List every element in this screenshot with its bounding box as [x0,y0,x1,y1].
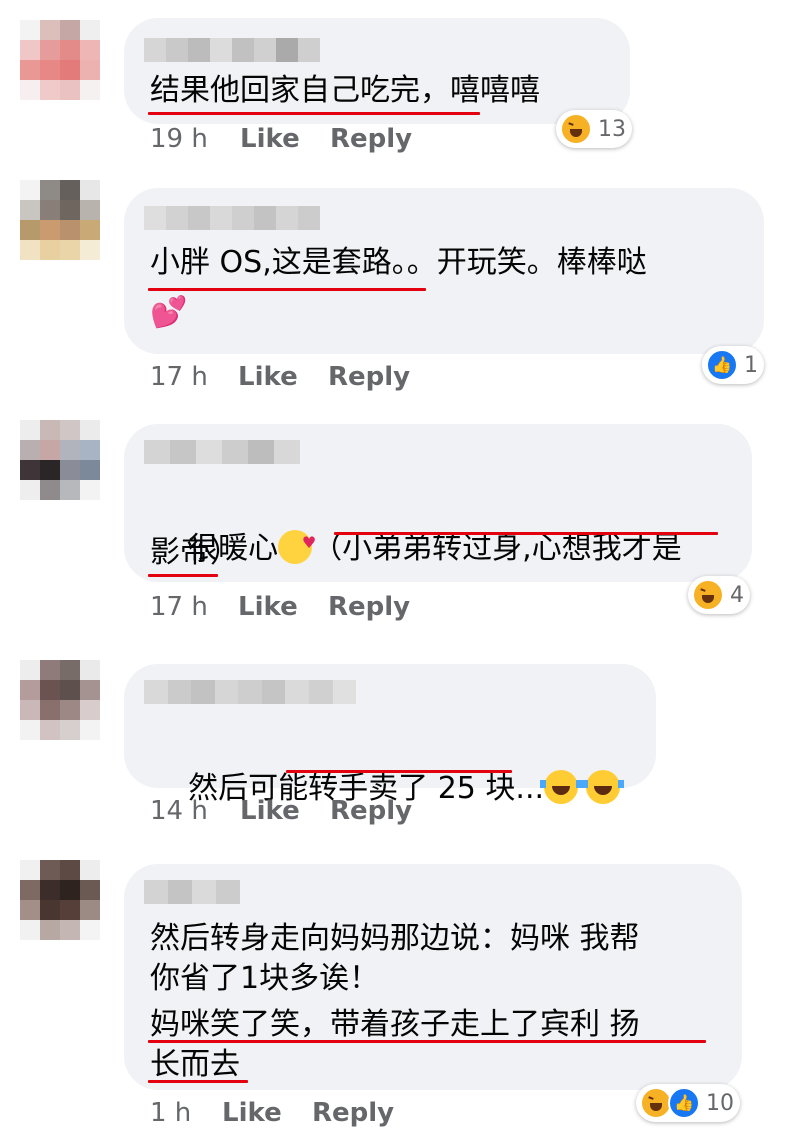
reaction-count: 13 [598,116,626,142]
comment-text-line2: 你省了1块多诶！ [150,961,380,996]
highlight-underline [148,1040,706,1043]
like-button[interactable]: Like [222,1098,282,1128]
tears-of-joy-emoji [540,770,583,804]
reply-button[interactable]: Reply [330,796,412,826]
comment-text-line3: 妈咪笑了笑，带着孩子走上了宾利 扬 [150,1007,640,1042]
reply-button[interactable]: Reply [312,1098,394,1128]
highlight-underline [148,574,218,577]
haha-reaction-icon [692,579,724,611]
reaction-count: 1 [744,352,758,378]
reaction-count: 10 [706,1090,734,1116]
like-reaction-icon: 👍 [668,1087,700,1119]
like-button[interactable]: Like [238,362,298,392]
like-button[interactable]: Like [240,124,300,154]
comment-time[interactable]: 17 h [150,362,208,392]
avatar[interactable] [20,420,100,500]
highlight-underline [148,112,480,115]
highlight-underline [148,1080,248,1083]
comment-text: 结果他回家自己吃完，嘻嘻嘻 [150,73,540,108]
avatar[interactable] [20,180,100,260]
avatar[interactable] [20,860,100,940]
highlight-underline [334,532,718,535]
highlight-underline [286,770,512,773]
reaction-summary[interactable]: 👍 10 [636,1084,740,1122]
reaction-summary[interactable]: 13 [556,110,632,148]
commenter-name-blurred[interactable] [144,440,300,464]
reply-button[interactable]: Reply [328,362,410,392]
comment-text: 然后可能转手卖了 25 块... [150,732,625,846]
commenter-name-blurred[interactable] [144,680,357,704]
two-hearts-emoji: 💕 [150,295,188,330]
reaction-count: 4 [730,582,744,608]
reaction-summary[interactable]: 4 [688,576,750,614]
like-button[interactable]: Like [240,796,300,826]
comment-time[interactable]: 14 h [150,796,208,826]
reply-button[interactable]: Reply [328,592,410,622]
commenter-name-blurred[interactable] [144,38,320,62]
comment-time[interactable]: 17 h [150,592,208,622]
avatar[interactable] [20,660,100,740]
smiling-face-with-hearts-emoji [278,524,316,564]
like-button[interactable]: Like [238,592,298,622]
commenter-name-blurred[interactable] [144,880,240,904]
tears-of-joy-emoji [582,770,625,804]
comment-text-line1: 然后转身走向妈妈那边说：妈咪 我帮 [150,921,640,956]
comment-text-post: （小弟弟转过身,心想我才是 [312,531,682,566]
comment-text: 小胖 OS,这是套路。。开玩笑。棒棒哒 [150,245,647,280]
avatar[interactable] [20,20,100,100]
comment-text-line4: 长而去 [150,1047,240,1082]
comment-time[interactable]: 19 h [150,124,208,154]
commenter-name-blurred[interactable] [144,206,320,230]
highlight-underline [148,288,426,291]
like-reaction-icon: 👍 [706,349,738,381]
haha-reaction-icon [560,113,592,145]
reply-button[interactable]: Reply [330,124,412,154]
comment-time[interactable]: 1 h [150,1098,191,1128]
reaction-summary[interactable]: 👍 1 [702,346,764,384]
comment-text-line2: 影帝） [150,535,240,570]
